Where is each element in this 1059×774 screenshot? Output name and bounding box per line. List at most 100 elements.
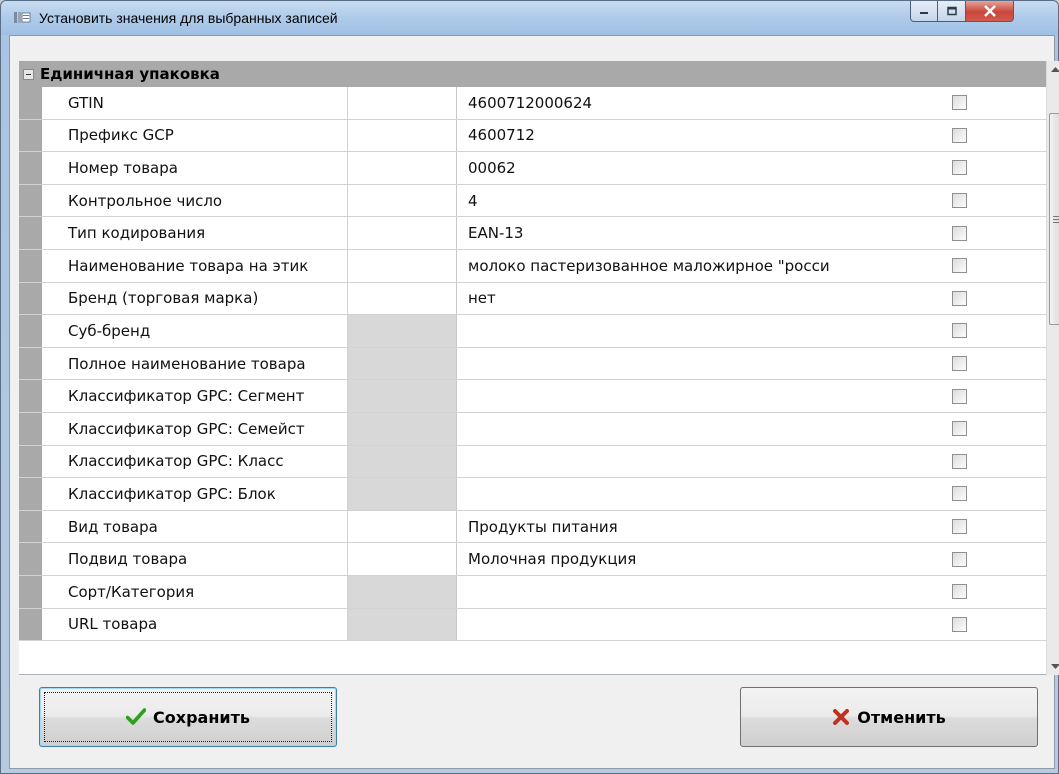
property-value[interactable]: молоко пастеризованное маложирное "росси bbox=[457, 250, 937, 282]
close-button[interactable] bbox=[966, 1, 1014, 22]
property-value[interactable]: нет bbox=[457, 283, 937, 315]
row-gutter bbox=[19, 380, 42, 412]
apply-checkbox[interactable] bbox=[952, 127, 967, 143]
property-check-cell bbox=[937, 283, 1026, 315]
title-bar[interactable]: Установить значения для выбранных записе… bbox=[1, 1, 1058, 35]
property-row[interactable]: Сорт/Категория bbox=[19, 575, 1046, 609]
apply-checkbox[interactable] bbox=[952, 160, 967, 176]
row-gutter bbox=[19, 347, 42, 380]
maximize-button[interactable] bbox=[938, 1, 966, 22]
apply-checkbox[interactable] bbox=[952, 616, 967, 632]
property-check-cell bbox=[937, 478, 1026, 510]
property-value[interactable] bbox=[457, 576, 937, 608]
property-mid-cell bbox=[348, 152, 457, 184]
property-check-cell bbox=[937, 609, 1026, 641]
property-check-cell bbox=[937, 446, 1026, 478]
minimize-button[interactable] bbox=[910, 1, 938, 22]
property-mid-cell bbox=[348, 575, 457, 608]
property-name: Суб-бренд bbox=[42, 315, 348, 347]
property-check-cell bbox=[937, 315, 1026, 347]
cancel-button[interactable]: Отменить bbox=[740, 687, 1038, 747]
property-mid-cell bbox=[348, 217, 457, 249]
property-value[interactable] bbox=[457, 413, 937, 445]
minimize-icon bbox=[920, 12, 928, 14]
property-value[interactable] bbox=[457, 380, 937, 412]
scroll-down-button[interactable] bbox=[1047, 658, 1059, 675]
grip-icon bbox=[1052, 215, 1059, 223]
property-value[interactable] bbox=[457, 348, 937, 380]
property-row[interactable]: Полное наименование товара bbox=[19, 347, 1046, 381]
property-value[interactable]: Продукты питания bbox=[457, 511, 937, 543]
property-rows: GTIN 4600712000624 Префикс GCP 4600712 Номер… bbox=[19, 87, 1046, 642]
row-gutter bbox=[19, 510, 42, 543]
property-row[interactable]: Вид товара Продукты питания bbox=[19, 510, 1046, 544]
property-row[interactable]: Префикс GCP 4600712 bbox=[19, 119, 1046, 153]
property-check-cell bbox=[937, 576, 1026, 608]
save-button[interactable]: Сохранить bbox=[39, 687, 337, 747]
property-value[interactable]: 4600712000624 bbox=[457, 87, 937, 119]
apply-checkbox[interactable] bbox=[952, 453, 967, 469]
row-gutter bbox=[19, 608, 42, 641]
property-name: Вид товара bbox=[42, 510, 348, 543]
property-name: Классификатор GPC: Блок bbox=[42, 478, 348, 510]
group-title: Единичная упаковка bbox=[40, 65, 220, 83]
property-name: GTIN bbox=[42, 87, 348, 119]
property-name: Классификатор GPC: Сегмент bbox=[42, 380, 348, 412]
property-name: Контрольное число bbox=[42, 184, 348, 217]
property-row[interactable]: Классификатор GPC: Сегмент bbox=[19, 380, 1046, 413]
apply-checkbox[interactable] bbox=[952, 421, 967, 437]
property-name: Полное наименование товара bbox=[42, 347, 348, 380]
property-value[interactable] bbox=[457, 609, 937, 641]
group-header[interactable]: Единичная упаковка bbox=[19, 61, 1046, 87]
property-row[interactable]: Бренд (торговая марка) нет bbox=[19, 282, 1046, 316]
property-row[interactable]: Классификатор GPC: Класс bbox=[19, 445, 1046, 479]
vertical-scrollbar[interactable] bbox=[1046, 61, 1059, 675]
apply-checkbox[interactable] bbox=[952, 193, 967, 209]
property-row[interactable]: Тип кодирования EAN-13 bbox=[19, 217, 1046, 250]
property-mid-cell bbox=[348, 87, 457, 119]
property-value[interactable]: 4600712 bbox=[457, 120, 937, 152]
property-row[interactable]: Классификатор GPC: Семейст bbox=[19, 412, 1046, 446]
scroll-up-button[interactable] bbox=[1047, 61, 1059, 78]
property-row[interactable]: Подвид товара Молочная продукция bbox=[19, 543, 1046, 576]
property-check-cell bbox=[937, 250, 1026, 282]
property-mid-cell bbox=[348, 315, 457, 347]
property-row[interactable]: URL товара bbox=[19, 608, 1046, 642]
property-row[interactable]: Контрольное число 4 bbox=[19, 184, 1046, 218]
property-row[interactable]: GTIN 4600712000624 bbox=[19, 87, 1046, 120]
collapse-icon[interactable] bbox=[23, 68, 34, 80]
apply-checkbox[interactable] bbox=[952, 551, 967, 567]
scroll-up-icon bbox=[1051, 66, 1059, 72]
property-name: Классификатор GPC: Семейст bbox=[42, 412, 348, 445]
property-row[interactable]: Классификатор GPC: Блок bbox=[19, 478, 1046, 511]
property-mid-cell bbox=[348, 510, 457, 543]
property-mid-cell bbox=[348, 249, 457, 282]
apply-checkbox[interactable] bbox=[952, 486, 967, 502]
property-row[interactable]: Наименование товара на этик молоко пастер… bbox=[19, 249, 1046, 283]
property-row[interactable]: Суб-бренд bbox=[19, 315, 1046, 348]
apply-checkbox[interactable] bbox=[952, 225, 967, 241]
apply-checkbox[interactable] bbox=[952, 584, 967, 600]
property-name: Тип кодирования bbox=[42, 217, 348, 249]
property-value[interactable] bbox=[457, 446, 937, 478]
apply-checkbox[interactable] bbox=[952, 388, 967, 404]
apply-checkbox[interactable] bbox=[952, 519, 967, 535]
property-value[interactable] bbox=[457, 315, 937, 347]
apply-checkbox[interactable] bbox=[952, 290, 967, 306]
apply-checkbox[interactable] bbox=[952, 356, 967, 372]
apply-checkbox[interactable] bbox=[952, 323, 967, 339]
property-value[interactable]: EAN-13 bbox=[457, 217, 937, 249]
apply-checkbox[interactable] bbox=[952, 95, 967, 111]
apply-checkbox[interactable] bbox=[952, 258, 967, 274]
property-row[interactable]: Номер товара 00062 bbox=[19, 152, 1046, 185]
property-name: Классификатор GPC: Класс bbox=[42, 445, 348, 478]
scroll-thumb[interactable] bbox=[1049, 113, 1059, 325]
maximize-icon bbox=[946, 6, 957, 15]
property-value[interactable]: 4 bbox=[457, 185, 937, 217]
property-value[interactable]: 00062 bbox=[457, 152, 937, 184]
row-gutter bbox=[19, 478, 42, 510]
property-value[interactable]: Молочная продукция bbox=[457, 543, 937, 575]
property-check-cell bbox=[937, 543, 1026, 575]
property-value[interactable] bbox=[457, 478, 937, 510]
property-name: Сорт/Категория bbox=[42, 575, 348, 608]
